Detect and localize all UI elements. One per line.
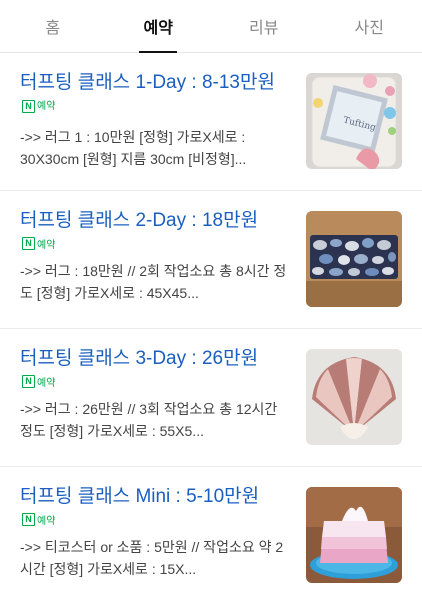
item-description: ->> 러그 : 18만원 // 2회 작업소요 총 8시간 정도 [정형] 가… xyxy=(20,263,287,301)
list-item[interactable]: 터프팅 클래스 Mini : 5-10만원 N 예약 ->> 티코스터 or 소… xyxy=(0,467,422,602)
naver-n-icon: N xyxy=(22,236,35,250)
reservation-badge: N 예약 xyxy=(22,94,55,119)
naver-n-icon: N xyxy=(22,374,35,388)
tissue-box-cover-photo[interactable] xyxy=(306,487,402,583)
item-title-link[interactable]: 터프팅 클래스 1-Day : 8-13만원 N 예약 xyxy=(20,70,292,120)
item-title-link[interactable]: 터프팅 클래스 Mini : 5-10만원 xyxy=(20,484,292,509)
item-title[interactable]: 터프팅 클래스 Mini : 5-10만원 xyxy=(20,486,259,507)
badge-label: 예약 xyxy=(37,239,56,251)
tab-bar: 홈 예약 리뷰 사진 xyxy=(0,0,422,53)
shell-rug-photo[interactable] xyxy=(306,349,402,445)
item-title[interactable]: 터프팅 클래스 3-Day : 26만원 xyxy=(20,348,258,369)
item-title[interactable]: 터프팅 클래스 2-Day : 18만원 xyxy=(20,210,258,231)
reservation-badge: N 예약 xyxy=(22,374,55,389)
naver-n-icon: N xyxy=(22,100,35,114)
item-title[interactable]: 터프팅 클래스 1-Day : 8-13만원 xyxy=(20,72,275,93)
tab-photos[interactable]: 사진 xyxy=(317,0,422,52)
reservation-badge: N 예약 xyxy=(22,236,55,251)
item-description: ->> 티코스터 or 소품 : 5만원 // 작업소요 약 2시간 [정형] … xyxy=(20,539,284,577)
reservation-list: 터프팅 클래스 1-Day : 8-13만원 N 예약 ->> 러그 1 : 1… xyxy=(0,53,422,602)
stone-pattern-rug-photo[interactable] xyxy=(306,211,402,307)
badge-label: 예약 xyxy=(37,377,56,389)
list-item[interactable]: 터프팅 클래스 2-Day : 18만원 N 예약 ->> 러그 : 18만원 … xyxy=(0,191,422,329)
item-title-link[interactable]: 터프팅 클래스 2-Day : 18만원 xyxy=(20,208,292,233)
tab-home[interactable]: 홈 xyxy=(0,0,106,52)
badge-label: 예약 xyxy=(37,515,56,527)
list-item[interactable]: 터프팅 클래스 1-Day : 8-13만원 N 예약 ->> 러그 1 : 1… xyxy=(0,53,422,191)
reservation-badge: N 예약 xyxy=(22,512,55,527)
tufting-mirror-frame-photo[interactable]: Tufting xyxy=(306,73,402,169)
item-title-link[interactable]: 터프팅 클래스 3-Day : 26만원 xyxy=(20,346,292,371)
list-item[interactable]: 터프팅 클래스 3-Day : 26만원 N 예약 ->> 러그 : 26만원 … xyxy=(0,329,422,467)
item-description: ->> 러그 : 26만원 // 3회 작업소요 총 12시간 정도 [정형] … xyxy=(20,401,278,439)
item-description: ->> 러그 1 : 10만원 [정형] 가로X세로 : 30X30cm [원형… xyxy=(20,129,247,168)
tab-reservation[interactable]: 예약 xyxy=(106,0,212,53)
badge-label: 예약 xyxy=(37,101,56,113)
naver-n-icon: N xyxy=(22,512,35,526)
tab-reviews[interactable]: 리뷰 xyxy=(211,0,317,52)
